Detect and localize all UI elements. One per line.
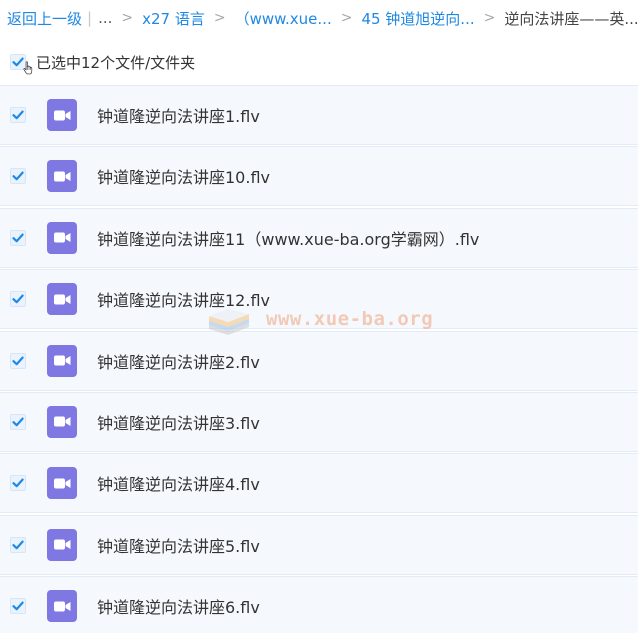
select-all-checkbox[interactable] — [10, 54, 33, 75]
file-row[interactable]: 钟道隆逆向法讲座6.flv — [0, 576, 638, 633]
video-file-icon — [47, 283, 77, 316]
file-row[interactable]: 钟道隆逆向法讲座3.flv — [0, 391, 638, 452]
file-name[interactable]: 钟道隆逆向法讲座1.flv — [97, 103, 260, 127]
breadcrumb-separator: > — [213, 10, 226, 26]
checkmark-icon — [12, 601, 24, 611]
video-file-icon — [47, 590, 77, 623]
checkmark-icon — [12, 356, 24, 365]
file-checkbox[interactable] — [10, 229, 26, 246]
file-row[interactable]: 钟道隆逆向法讲座2.flv — [0, 330, 638, 391]
file-checkbox[interactable] — [10, 291, 26, 308]
breadcrumb-item[interactable]: （www.xue... — [235, 8, 332, 29]
file-list: 钟道隆逆向法讲座1.flv 钟道隆逆向法讲座10.flv 钟道隆逆向法讲座11（… — [0, 85, 638, 633]
video-file-icon — [47, 160, 77, 193]
file-name[interactable]: 钟道隆逆向法讲座12.flv — [97, 287, 270, 311]
video-file-icon — [47, 344, 77, 377]
file-checkbox[interactable] — [10, 168, 26, 185]
hand-pointer-icon — [23, 61, 33, 75]
file-row[interactable]: 钟道隆逆向法讲座12.flv — [0, 269, 638, 330]
file-name[interactable]: 钟道隆逆向法讲座6.flv — [97, 594, 260, 618]
file-row[interactable]: 钟道隆逆向法讲座1.flv — [0, 85, 638, 145]
file-checkbox[interactable] — [10, 598, 26, 615]
breadcrumb-separator: > — [121, 10, 134, 26]
file-name[interactable]: 钟道隆逆向法讲座2.flv — [97, 349, 260, 373]
checkmark-icon — [12, 417, 24, 427]
breadcrumb-divider: | — [87, 9, 93, 27]
file-row[interactable]: 钟道隆逆向法讲座5.flv — [0, 514, 638, 575]
video-file-icon — [47, 467, 77, 500]
checkmark-icon — [12, 294, 24, 304]
file-row[interactable]: 钟道隆逆向法讲座4.flv — [0, 453, 638, 514]
file-browser: 返回上一级 | ... > x27 语言 > （www.xue... > 45 … — [0, 0, 638, 633]
file-checkbox[interactable] — [10, 413, 26, 430]
breadcrumb-current: 逆向法讲座——英... — [504, 9, 638, 28]
breadcrumb-separator: > — [340, 10, 353, 26]
breadcrumb-separator: > — [483, 10, 496, 26]
file-name[interactable]: 钟道隆逆向法讲座5.flv — [97, 533, 260, 557]
video-file-icon — [47, 221, 77, 254]
breadcrumb-item[interactable]: 45 钟道旭逆向... — [361, 8, 474, 29]
video-file-icon — [47, 99, 77, 131]
video-file-icon — [47, 405, 77, 438]
breadcrumb-item[interactable]: x27 语言 — [142, 8, 205, 29]
file-name[interactable]: 钟道隆逆向法讲座3.flv — [97, 410, 260, 434]
file-checkbox[interactable] — [10, 536, 26, 553]
file-name[interactable]: 钟道隆逆向法讲座10.flv — [97, 164, 270, 188]
checkmark-icon — [12, 110, 24, 120]
file-row[interactable]: 钟道隆逆向法讲座10.flv — [0, 146, 638, 207]
file-name[interactable]: 钟道隆逆向法讲座11（www.xue-ba.org学霸网）.flv — [97, 226, 479, 250]
select-all-bar: 已选中12个文件/文件夹 — [0, 44, 638, 80]
checkmark-icon — [12, 478, 24, 488]
checkmark-icon — [12, 540, 24, 550]
breadcrumb: 返回上一级 | ... > x27 语言 > （www.xue... > 45 … — [0, 0, 638, 36]
checkmark-icon — [12, 171, 24, 181]
back-link[interactable]: 返回上一级 — [7, 8, 82, 29]
selection-count-label: 已选中12个文件/文件夹 — [36, 53, 196, 72]
file-row[interactable]: 钟道隆逆向法讲座11（www.xue-ba.org学霸网）.flv — [0, 207, 638, 268]
file-name[interactable]: 钟道隆逆向法讲座4.flv — [97, 471, 260, 495]
video-file-icon — [47, 528, 77, 561]
breadcrumb-ellipsis[interactable]: ... — [98, 9, 112, 27]
file-checkbox[interactable] — [10, 352, 26, 369]
checkmark-icon — [12, 233, 24, 243]
file-checkbox[interactable] — [10, 107, 26, 123]
file-checkbox[interactable] — [10, 475, 26, 492]
